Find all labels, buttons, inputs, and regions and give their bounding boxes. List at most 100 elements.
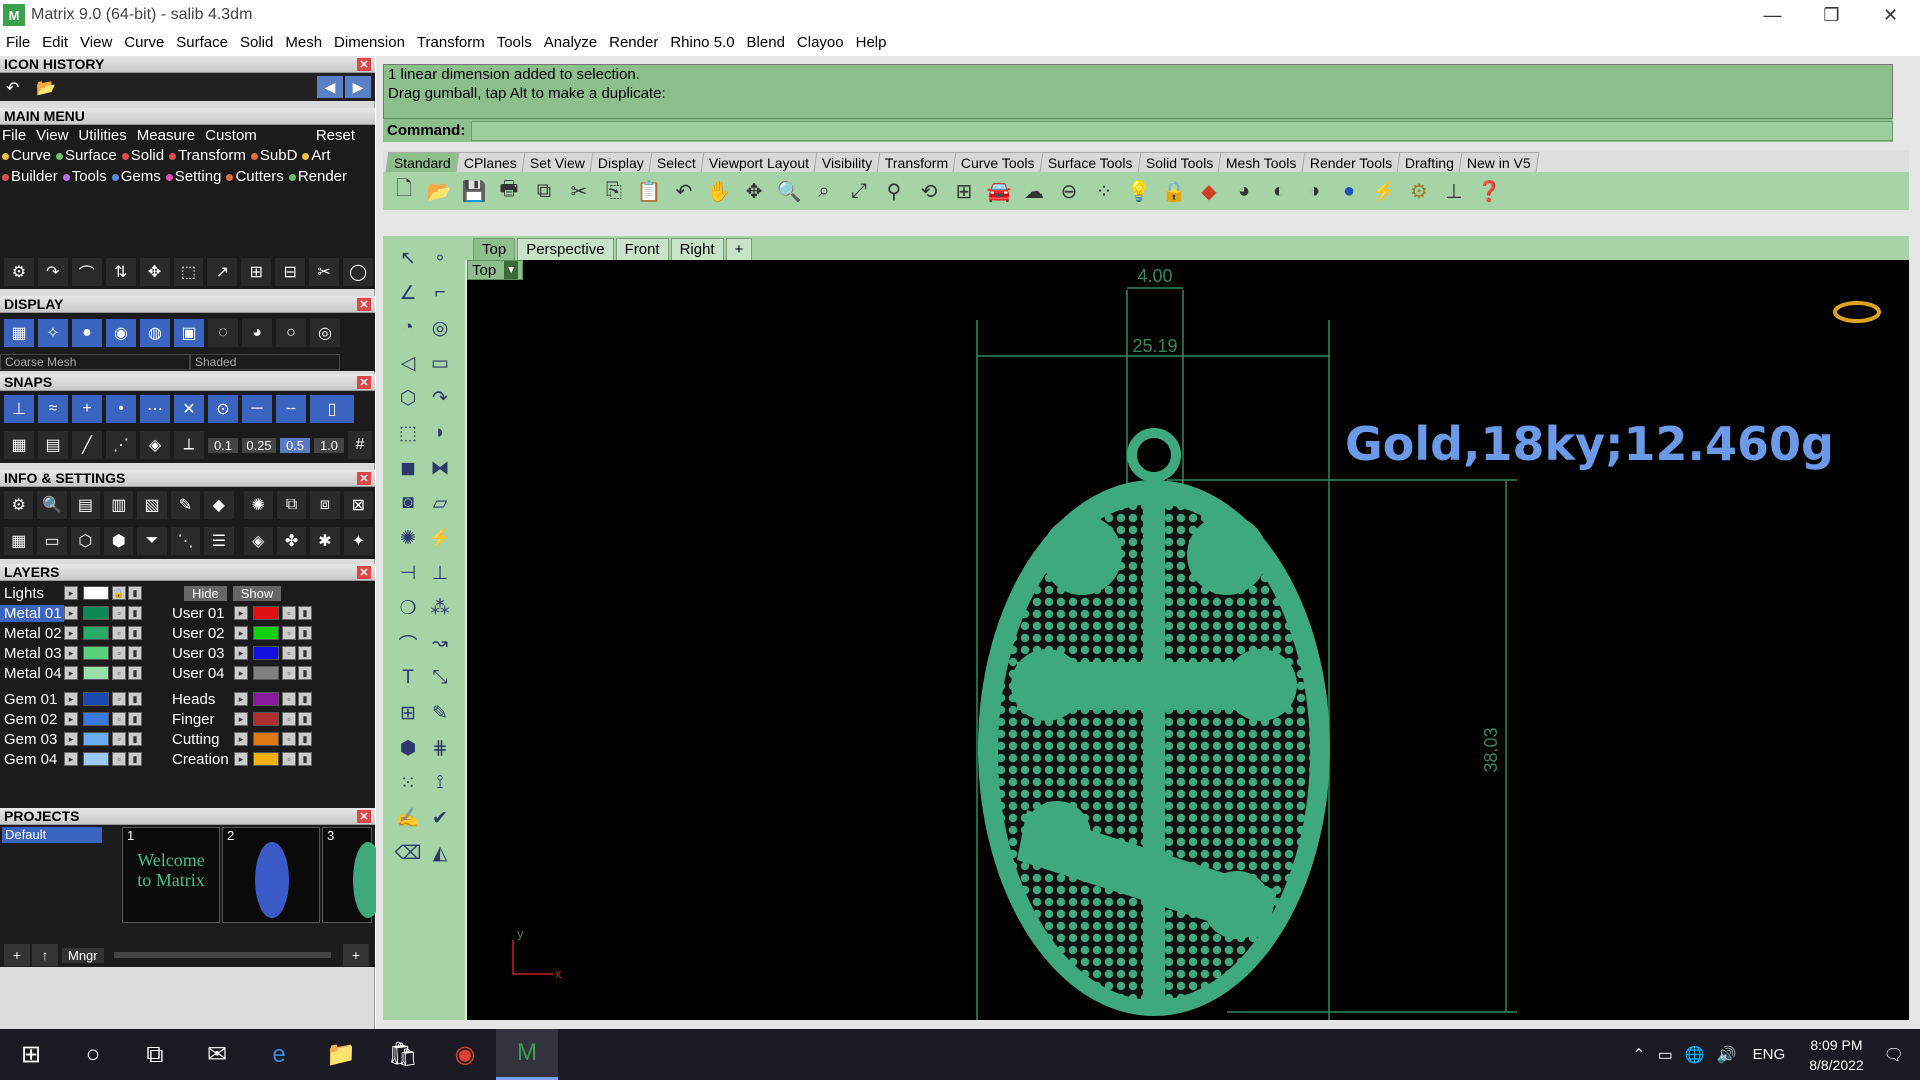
- play-icon[interactable]: ▸: [234, 692, 248, 706]
- shaded-icon[interactable]: ●: [72, 319, 102, 347]
- eraser-icon[interactable]: ⌫: [393, 839, 423, 867]
- search-icon[interactable]: 🔍: [37, 491, 67, 519]
- layer-name[interactable]: Metal 01: [0, 604, 64, 622]
- file-explorer-icon[interactable]: 📁: [310, 1029, 372, 1080]
- layer-color-swatch[interactable]: [83, 606, 109, 620]
- copy-icon[interactable]: ⧉: [276, 491, 307, 519]
- artistic-icon[interactable]: ◍: [140, 319, 170, 347]
- lock-icon[interactable]: ▫: [282, 712, 296, 726]
- zoom-window-icon[interactable]: ⌕: [809, 176, 839, 206]
- options-gear-icon[interactable]: ⚙: [1404, 176, 1434, 206]
- new-file-icon[interactable]: 🗋: [389, 176, 419, 206]
- layer-name[interactable]: Heads: [168, 691, 234, 708]
- zoom-extents-icon[interactable]: ⤢: [844, 176, 874, 206]
- rectangle-icon[interactable]: ⌐: [425, 279, 455, 307]
- mesh-box-icon[interactable]: ⬢: [393, 734, 423, 762]
- transform-icon[interactable]: ⬚: [393, 419, 423, 447]
- play-icon[interactable]: ▸: [64, 646, 78, 660]
- mm-reset[interactable]: Reset: [316, 127, 355, 144]
- tile-icon[interactable]: ▦: [4, 527, 34, 555]
- lock-icon[interactable]: ▫: [112, 732, 126, 746]
- toolbar-tab-cplanes[interactable]: CPlanes: [455, 152, 526, 172]
- cplane-icon[interactable]: ⊖: [1054, 176, 1084, 206]
- undo-icon[interactable]: ↶: [669, 176, 699, 206]
- menu-curve[interactable]: Curve: [124, 34, 164, 51]
- gold-icon[interactable]: ◕: [242, 319, 272, 347]
- mm-cutters[interactable]: Cutters: [226, 168, 284, 185]
- explode-icon[interactable]: ✺: [243, 491, 273, 519]
- manager-button[interactable]: Mngr: [62, 947, 104, 963]
- layers-icon[interactable]: ◆: [1194, 176, 1224, 206]
- material-icon[interactable]: ◐: [1264, 176, 1294, 206]
- menu-surface[interactable]: Surface: [176, 34, 228, 51]
- trim-tool-icon[interactable]: ✂: [309, 258, 340, 286]
- visible-icon[interactable]: ▮: [128, 626, 142, 640]
- ghosted-icon[interactable]: ✧: [38, 319, 68, 347]
- env-icon[interactable]: ◌: [208, 319, 238, 347]
- language-indicator[interactable]: ENG: [1753, 1046, 1786, 1063]
- explode-icon[interactable]: ✺: [393, 524, 423, 552]
- menu-mesh[interactable]: Mesh: [285, 34, 322, 51]
- visible-icon[interactable]: ▮: [298, 646, 312, 660]
- scale-icon[interactable]: ⤡: [425, 664, 455, 692]
- up-project-icon[interactable]: ↑: [32, 944, 58, 966]
- help-icon[interactable]: ❓: [1474, 176, 1504, 206]
- knot-snap-icon[interactable]: ▯: [310, 395, 354, 423]
- trim-icon[interactable]: ⊣: [393, 559, 423, 587]
- curve-tool-icon[interactable]: ↷: [37, 258, 68, 286]
- tree-icon[interactable]: ⟟: [425, 769, 455, 797]
- polyline-icon[interactable]: ∠: [393, 279, 423, 307]
- layer-name[interactable]: User 04: [168, 665, 234, 682]
- mm-file[interactable]: File: [2, 127, 26, 144]
- visible-icon[interactable]: ▮: [128, 712, 142, 726]
- layer-name[interactable]: Creation: [168, 751, 234, 768]
- visible-icon[interactable]: ▮: [128, 732, 142, 746]
- close-icon[interactable]: ✕: [357, 565, 371, 579]
- report-icon[interactable]: ▧: [137, 491, 167, 519]
- mm-surface[interactable]: Surface: [56, 147, 117, 164]
- store-icon[interactable]: 🛍: [372, 1029, 434, 1080]
- solid-box-icon[interactable]: ◼: [393, 454, 423, 482]
- ring-icon[interactable]: [1833, 301, 1881, 323]
- record-icon[interactable]: ⟂: [174, 431, 204, 459]
- perp-snap-icon[interactable]: ⊙: [208, 395, 238, 423]
- paste-icon[interactable]: ⧈: [310, 491, 340, 519]
- export-icon[interactable]: ⧉: [529, 176, 559, 206]
- lock-icon[interactable]: ▫: [112, 646, 126, 660]
- select-icon[interactable]: ⋱: [170, 527, 201, 555]
- lock-icon[interactable]: ▫: [112, 692, 126, 706]
- toolbar-tab-select[interactable]: Select: [648, 152, 704, 172]
- tool-icon[interactable]: ⚙: [4, 258, 34, 286]
- rotate-view-icon[interactable]: ✥: [739, 176, 769, 206]
- shade-select[interactable]: Shaded: [190, 354, 340, 370]
- layer-color-swatch[interactable]: [253, 692, 279, 706]
- check-icon[interactable]: ✔: [425, 804, 455, 832]
- viewport-layout-icon[interactable]: ⊞: [949, 176, 979, 206]
- toolbar-tab-set-view[interactable]: Set View: [521, 152, 594, 172]
- cylinder-icon[interactable]: ◙: [393, 489, 423, 517]
- menu-view[interactable]: View: [80, 34, 112, 51]
- visible-icon[interactable]: ▮: [128, 752, 142, 766]
- light-bulb-icon[interactable]: 💡: [1124, 176, 1154, 206]
- mm-utilities[interactable]: Utilities: [78, 127, 126, 144]
- mm-curve[interactable]: Curve: [2, 147, 51, 164]
- mm-custom[interactable]: Custom: [205, 127, 257, 144]
- layer-color-swatch[interactable]: [253, 732, 279, 746]
- windows-start-icon[interactable]: ⊞: [0, 1029, 62, 1080]
- chrome-icon[interactable]: ◉: [434, 1029, 496, 1080]
- lock-icon[interactable]: ▫: [112, 626, 126, 640]
- close-icon[interactable]: ✕: [357, 297, 371, 311]
- visible-icon[interactable]: ▮: [128, 586, 142, 600]
- network-icon[interactable]: 🌐: [1685, 1045, 1705, 1065]
- menu-dimension[interactable]: Dimension: [334, 34, 405, 51]
- layer-name[interactable]: Gem 03: [0, 731, 64, 748]
- project-thumb-2[interactable]: 2: [222, 827, 320, 923]
- folder-icon[interactable]: 📂: [36, 78, 58, 97]
- snap-value-2[interactable]: 0.25: [242, 437, 276, 453]
- layer-name[interactable]: Metal 04: [0, 665, 64, 682]
- toolbar-tab-transform[interactable]: Transform: [876, 152, 957, 172]
- mm-view[interactable]: View: [36, 127, 68, 144]
- toolbar-tab-solid-tools[interactable]: Solid Tools: [1137, 152, 1222, 172]
- menu-analyze[interactable]: Analyze: [544, 34, 597, 51]
- snap-value-4[interactable]: 1.0: [314, 437, 344, 453]
